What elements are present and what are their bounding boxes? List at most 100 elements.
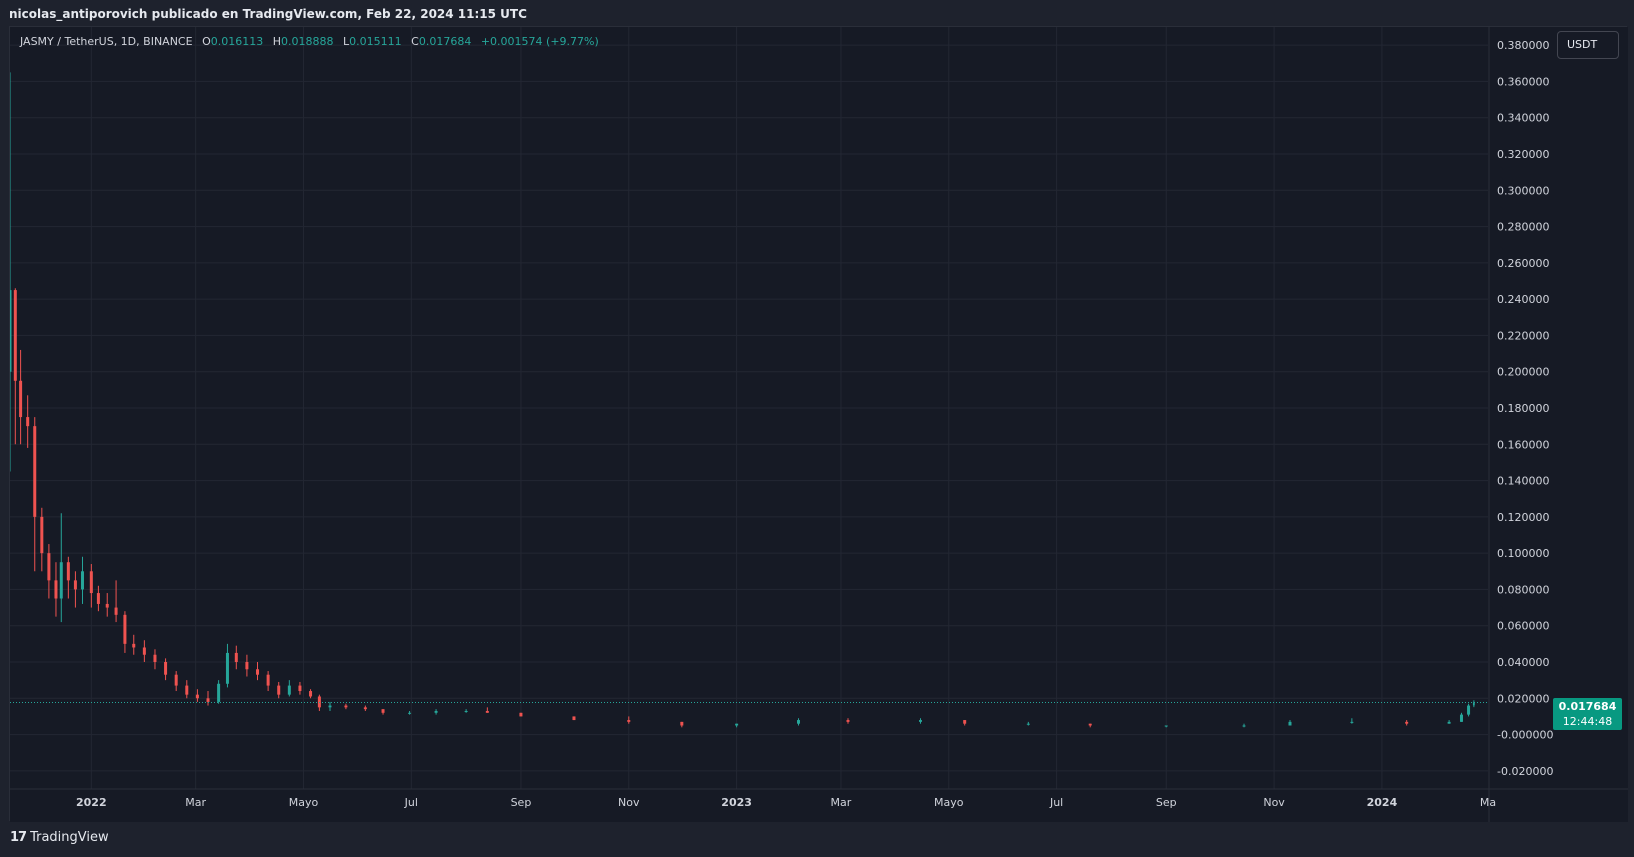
y-tick-label: 0.220000: [1497, 329, 1550, 342]
candle-body: [408, 712, 412, 714]
candle-body: [519, 712, 523, 717]
candle-body: [680, 721, 684, 726]
change-value: +0.001574 (+9.77%): [480, 35, 599, 48]
candle-body: [164, 662, 168, 675]
candlestick-chart[interactable]: 0.380000 0.360000 0.340000 0.320000 0.300000…: [10, 27, 1628, 822]
high-key: H: [272, 35, 282, 48]
candle-body: [13, 290, 17, 381]
candle-body: [234, 652, 238, 662]
candle-body: [73, 580, 77, 590]
x-tick-label: Ma: [1480, 796, 1496, 809]
x-tick-label: Jul: [404, 796, 418, 809]
y-tick-label: 0.160000: [1497, 438, 1550, 451]
y-tick-label: 0.020000: [1497, 692, 1550, 705]
candle-body: [195, 694, 199, 699]
chart-frame[interactable]: 0.380000 0.360000 0.340000 0.320000 0.300000…: [9, 26, 1628, 822]
candle-body: [317, 696, 321, 708]
candle-body: [19, 380, 23, 418]
candle-body: [464, 710, 468, 712]
candle-body: [735, 723, 739, 726]
candle-body: [1459, 714, 1463, 722]
x-tick-label: 2022: [76, 796, 107, 809]
currency-unit-button[interactable]: USDT: [1557, 31, 1619, 59]
close-key: C: [411, 35, 419, 48]
candle-body: [10, 290, 12, 372]
candle-body: [1026, 723, 1030, 725]
candle-body: [225, 652, 229, 684]
x-tick-label: Nov: [618, 796, 640, 809]
candle-body: [142, 647, 146, 655]
plot-background: [10, 27, 1628, 822]
tradingview-logo-icon[interactable]: 17: [10, 823, 27, 853]
attribution-header: nicolas_antiporovich publicado en Tradin…: [0, 0, 1634, 26]
close-value: 0.017684: [418, 35, 472, 48]
x-tick-label: Nov: [1263, 796, 1285, 809]
candle-body: [434, 710, 438, 713]
candle-body: [245, 662, 249, 670]
candle-body: [1242, 725, 1246, 727]
ohlc-legend: JASMY / TetherUS, 1D, BINANCE O0.016113 …: [20, 35, 599, 49]
open-key: O: [202, 35, 211, 48]
last-price-tag: 0.017684 12:44:48: [1553, 698, 1622, 730]
candle-body: [298, 685, 302, 692]
candle-body: [1164, 725, 1168, 727]
x-tick-label: 2023: [721, 796, 752, 809]
candle-body: [185, 685, 189, 695]
candle-body: [1447, 721, 1451, 724]
y-tick-label: 0.120000: [1497, 511, 1550, 524]
bar-countdown: 12:44:48: [1562, 715, 1613, 728]
candle-body: [1288, 721, 1292, 726]
candle-body: [1467, 705, 1471, 715]
brand-name[interactable]: TradingView: [30, 830, 109, 845]
y-tick-label: 0.280000: [1497, 221, 1550, 234]
candle-body: [132, 643, 136, 648]
candle-body: [485, 710, 489, 713]
candle-body: [277, 685, 281, 695]
y-tick-label: 0.340000: [1497, 112, 1550, 125]
candle-body: [66, 562, 70, 581]
candle-body: [256, 669, 260, 675]
low-value: 0.015111: [349, 35, 402, 48]
x-tick-label: 2024: [1367, 796, 1398, 809]
candle-body: [26, 417, 30, 427]
candle-body: [174, 674, 178, 686]
y-tick-label: -0.020000: [1497, 765, 1553, 778]
candle-body: [89, 571, 93, 594]
y-tick-label: -0.000000: [1497, 729, 1553, 742]
candle-body: [363, 707, 367, 710]
y-tick-label: 0.060000: [1497, 620, 1550, 633]
x-tick-label: Jul: [1049, 796, 1063, 809]
candle-body: [344, 705, 348, 708]
x-tick-label: Mar: [831, 796, 852, 809]
candle-body: [80, 571, 84, 590]
candle-body: [381, 709, 385, 713]
candle-body: [96, 593, 100, 604]
candle-body: [59, 562, 63, 599]
last-price-value: 0.017684: [1558, 700, 1617, 713]
y-tick-label: 0.100000: [1497, 547, 1550, 560]
y-tick-label: 0.360000: [1497, 75, 1550, 88]
candle-body: [1350, 721, 1354, 723]
y-tick-label: 0.380000: [1497, 39, 1550, 52]
candle-body: [627, 720, 631, 722]
candle-body: [105, 603, 109, 608]
y-tick-label: 0.240000: [1497, 293, 1550, 306]
candle-body: [33, 426, 37, 517]
y-tick-label: 0.080000: [1497, 583, 1550, 596]
candle-body: [846, 720, 850, 722]
candle-body: [123, 614, 127, 644]
y-tick-label: 0.200000: [1497, 366, 1550, 379]
candle-body: [206, 698, 210, 702]
candle-body: [54, 580, 58, 599]
candle-body: [153, 654, 157, 662]
candle-body: [114, 607, 118, 615]
y-tick-label: 0.140000: [1497, 475, 1550, 488]
candle-body: [287, 685, 291, 695]
y-tick-label: 0.260000: [1497, 257, 1550, 270]
candle-body: [40, 516, 44, 554]
x-tick-label: Sep: [511, 796, 532, 809]
candle-body: [309, 691, 313, 697]
candle-body: [918, 720, 922, 722]
footer: 17 TradingView: [0, 823, 1634, 857]
candle-body: [1405, 721, 1409, 724]
